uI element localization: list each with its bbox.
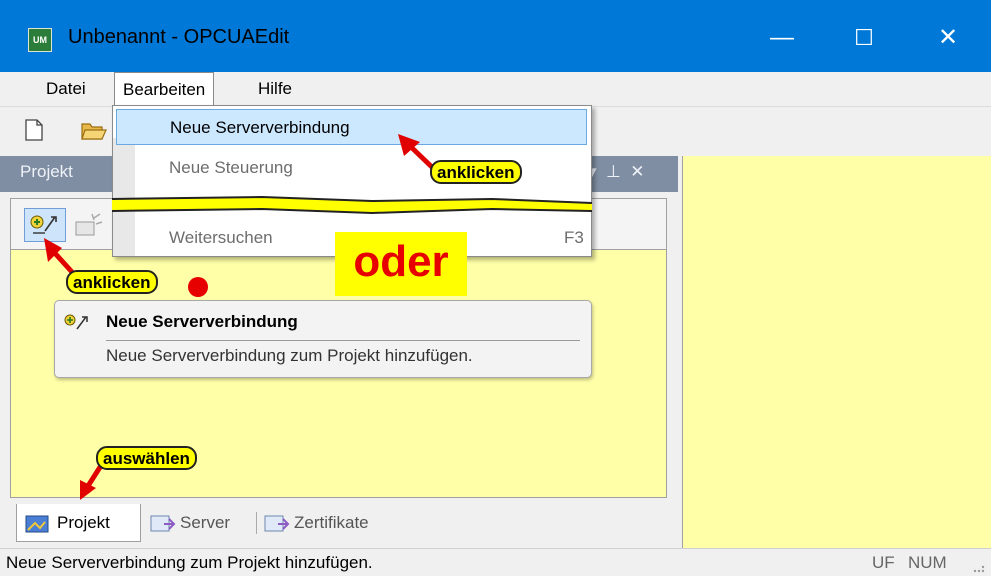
callout-anklicken-menu: anklicken: [430, 160, 522, 184]
callout-auswaehlen: auswählen: [96, 446, 197, 470]
oder-label: oder: [335, 232, 467, 296]
callout-anklicken-toolbar: anklicken: [66, 270, 158, 294]
